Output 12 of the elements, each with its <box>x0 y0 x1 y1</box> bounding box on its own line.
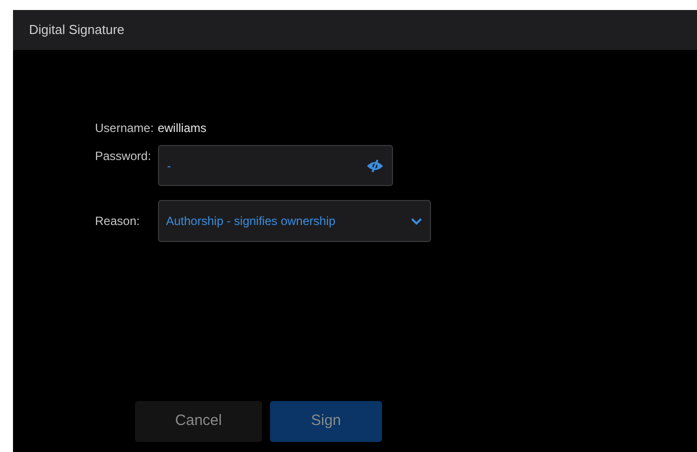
chevron-down-icon <box>411 218 422 224</box>
window-title: Digital Signature <box>29 21 124 40</box>
username-value: ewilliams <box>158 120 206 137</box>
username-label: Username: <box>95 120 154 137</box>
reason-label: Reason: <box>95 213 141 230</box>
sign-button[interactable]: Sign <box>270 401 382 442</box>
password-field[interactable]: - <box>158 145 393 186</box>
password-label: Password: <box>95 148 152 165</box>
eye-slash-icon[interactable] <box>366 158 384 172</box>
cancel-button[interactable]: Cancel <box>135 401 262 442</box>
reason-dropdown[interactable]: Authorship - signifies ownership <box>158 200 431 242</box>
password-value: - <box>167 158 171 174</box>
